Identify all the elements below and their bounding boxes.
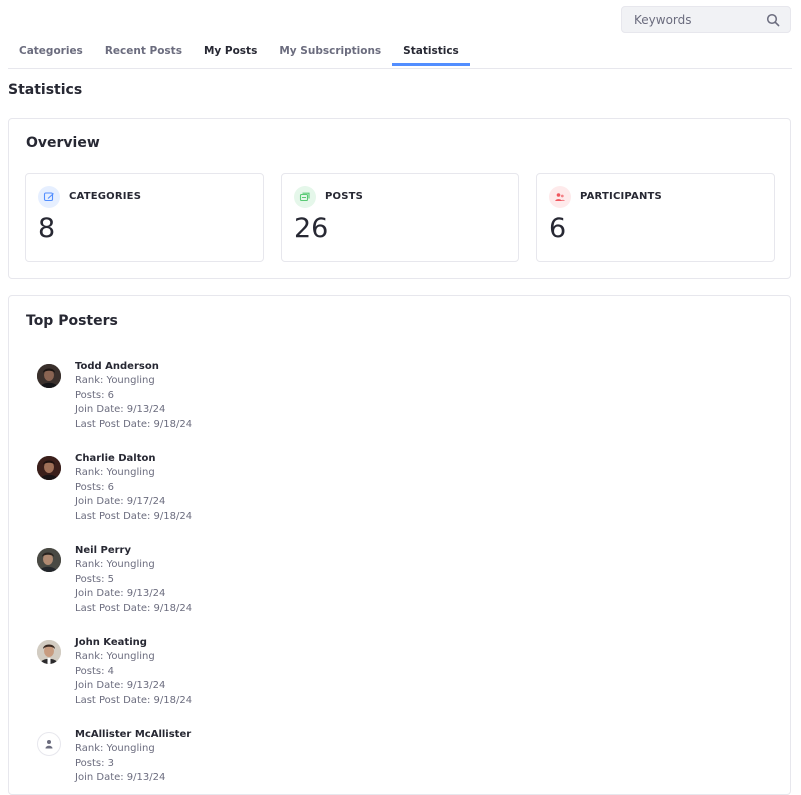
poster-posts: Posts: 6 [75, 389, 115, 401]
search-icon[interactable] [766, 13, 780, 27]
participants-count: 6 [549, 213, 567, 244]
poster-rank: Rank: Youngling [75, 559, 155, 570]
tab-my-posts[interactable]: My Posts [193, 36, 268, 66]
poster-join-date: Join Date: 9/17/24 [75, 496, 166, 508]
poster-posts: Posts: 4 [75, 665, 115, 677]
top-posters-panel: Top Posters Todd Anderson Rank: Younglin… [8, 295, 791, 795]
poster-name: John Keating [75, 637, 147, 648]
poster-rank: Rank: Youngling [75, 743, 155, 754]
participants-label: PARTICIPANTS [580, 191, 662, 202]
poster-join-date: Join Date: 9/13/24 [75, 680, 166, 692]
participants-card: PARTICIPANTS 6 [536, 173, 775, 262]
search-box[interactable] [621, 6, 791, 33]
posts-card: POSTS 26 [281, 173, 519, 262]
poster-name: Neil Perry [75, 545, 131, 556]
categories-label: CATEGORIES [69, 191, 142, 202]
poster-rank: Rank: Youngling [75, 467, 155, 478]
top-posters-title: Top Posters [26, 313, 118, 329]
poster-last-post-date: Last Post Date: 9/18/24 [75, 419, 193, 431]
avatar[interactable] [37, 732, 61, 756]
overview-panel: Overview CATEGORIES 8 POSTS 26 PARTICIPA… [8, 118, 791, 279]
search-input[interactable] [634, 12, 766, 27]
categories-count: 8 [38, 213, 56, 244]
poster-posts: Posts: 3 [75, 757, 115, 769]
tab-statistics[interactable]: Statistics [392, 36, 470, 66]
avatar[interactable] [37, 456, 61, 480]
avatar[interactable] [37, 640, 61, 664]
tab-categories[interactable]: Categories [8, 36, 94, 66]
poster-rank: Rank: Youngling [75, 651, 155, 662]
poster-name: McAllister McAllister [75, 729, 192, 740]
poster-last-post-date: Last Post Date: 9/18/24 [75, 511, 193, 523]
poster-rank: Rank: Youngling [75, 375, 155, 386]
poster-name: Todd Anderson [75, 361, 159, 372]
participants-icon [549, 186, 571, 208]
poster-last-post-date: Last Post Date: 9/18/24 [75, 695, 193, 707]
nav-tabs: Categories Recent Posts My Posts My Subs… [8, 38, 792, 69]
poster-posts: Posts: 5 [75, 573, 115, 585]
categories-icon [38, 186, 60, 208]
page-title: Statistics [8, 82, 83, 98]
poster-info: Charlie Dalton Rank: Youngling Posts: 6 … [75, 452, 192, 525]
poster-info: Todd Anderson Rank: Youngling Posts: 6 J… [75, 360, 192, 433]
avatar[interactable] [37, 364, 61, 388]
poster-info: McAllister McAllister Rank: Youngling Po… [75, 728, 191, 786]
poster-last-post-date: Last Post Date: 9/18/24 [75, 603, 193, 615]
poster-join-date: Join Date: 9/13/24 [75, 772, 166, 784]
user-icon [44, 739, 54, 749]
poster-join-date: Join Date: 9/13/24 [75, 404, 166, 416]
poster-join-date: Join Date: 9/13/24 [75, 588, 166, 600]
categories-card: CATEGORIES 8 [25, 173, 264, 262]
overview-title: Overview [26, 135, 100, 151]
poster-info: John Keating Rank: Youngling Posts: 4 Jo… [75, 636, 192, 709]
poster-name: Charlie Dalton [75, 453, 156, 464]
posts-icon [294, 186, 316, 208]
posts-count: 26 [294, 213, 329, 244]
poster-info: Neil Perry Rank: Youngling Posts: 5 Join… [75, 544, 192, 617]
posts-label: POSTS [325, 191, 364, 202]
tab-my-subscriptions[interactable]: My Subscriptions [268, 36, 392, 66]
tab-recent-posts[interactable]: Recent Posts [94, 36, 193, 66]
poster-posts: Posts: 6 [75, 481, 115, 493]
avatar[interactable] [37, 548, 61, 572]
